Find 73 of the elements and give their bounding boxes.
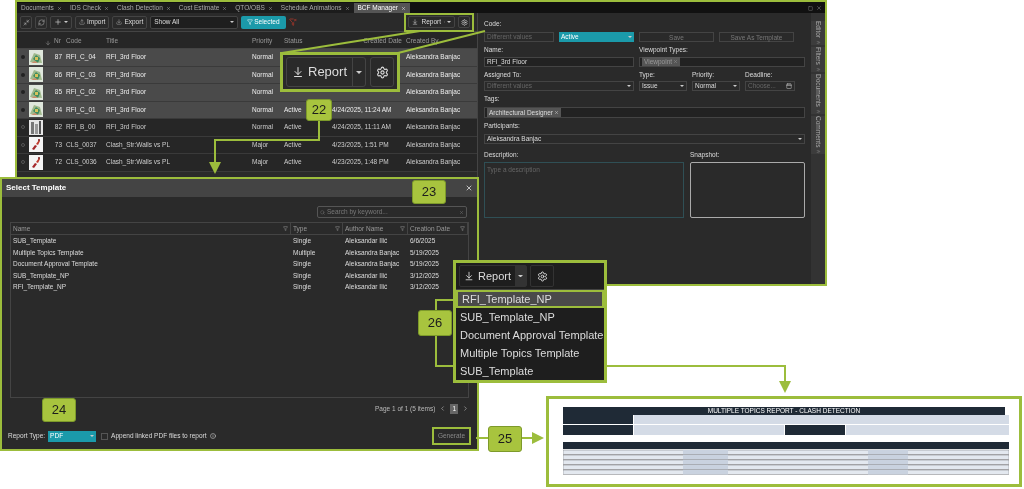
caret-icon [447,21,451,23]
close-icon[interactable] [816,5,822,11]
caret-icon [90,435,95,437]
close-icon [344,5,350,11]
upload-icon [79,19,85,25]
settings-button[interactable] [370,57,394,87]
refresh-button[interactable] [35,15,47,29]
caret-icon [680,85,684,88]
caret-icon [230,21,235,23]
clear-filter-icon[interactable] [288,18,297,26]
filter-icon [335,226,340,231]
row-radio[interactable] [20,72,25,77]
step-badge: 25 [488,426,522,452]
settings-button[interactable] [458,16,470,28]
settings-icon [536,270,548,282]
menu-item[interactable]: SUB_Template_NP [456,308,604,326]
caret-icon [627,85,631,88]
filter-icon [400,226,405,231]
close-icon [165,5,171,11]
previous-icon[interactable] [439,405,447,413]
settings-icon [460,18,468,26]
maximize-icon[interactable] [808,5,813,11]
caret-icon [733,85,737,88]
row-radio[interactable] [20,55,25,60]
expand-icon [815,66,821,72]
close-icon [56,5,62,11]
close-icon [103,5,109,11]
close-icon [222,5,228,11]
settings-icon [375,65,389,79]
remove-icon[interactable] [553,110,559,115]
expand-icon [815,108,821,114]
plus-icon [54,18,62,26]
download-icon [412,19,419,25]
step-badge: 24 [42,398,76,422]
download-icon [292,66,304,78]
expand-icon [815,40,821,45]
expand-icon [815,149,821,154]
menu-item[interactable]: Document Approval Template [456,326,604,344]
collapse-button[interactable] [20,15,32,29]
caret-icon [64,21,68,23]
filter-icon [283,226,288,231]
menu-item[interactable]: RFI_Template_NP [456,290,604,308]
calendar-icon [786,83,792,90]
info-icon[interactable] [209,433,216,439]
caret-icon [356,70,363,74]
caret-icon [798,137,802,140]
step-badge: 26 [418,310,452,336]
download-icon [464,271,474,281]
menu-item[interactable]: Multiple Topics Template [456,344,604,362]
report-button[interactable]: Report [459,265,528,287]
filter-icon [460,226,465,231]
menu-item[interactable]: SUB_Template [456,362,604,380]
close-icon [401,5,406,11]
clear-icon [459,209,464,215]
step-badge: 23 [412,180,446,204]
close-icon [267,5,273,11]
search-icon [320,209,325,215]
remove-icon[interactable] [673,59,679,64]
settings-button[interactable] [530,265,555,287]
leader-line [521,432,544,444]
next-icon[interactable] [462,405,469,413]
add-button[interactable] [50,15,72,29]
report-button[interactable]: Report [286,57,367,87]
caret-icon [628,35,632,38]
append-checkbox[interactable] [101,432,109,440]
filter-icon [247,19,254,25]
row-radio[interactable] [20,90,25,95]
caret-icon [518,274,524,278]
step-badge: 22 [306,99,332,121]
row-radio[interactable] [20,107,25,112]
dialog-title: Select Template [6,182,67,194]
download-icon [116,19,123,25]
sort-icon[interactable] [45,40,51,46]
